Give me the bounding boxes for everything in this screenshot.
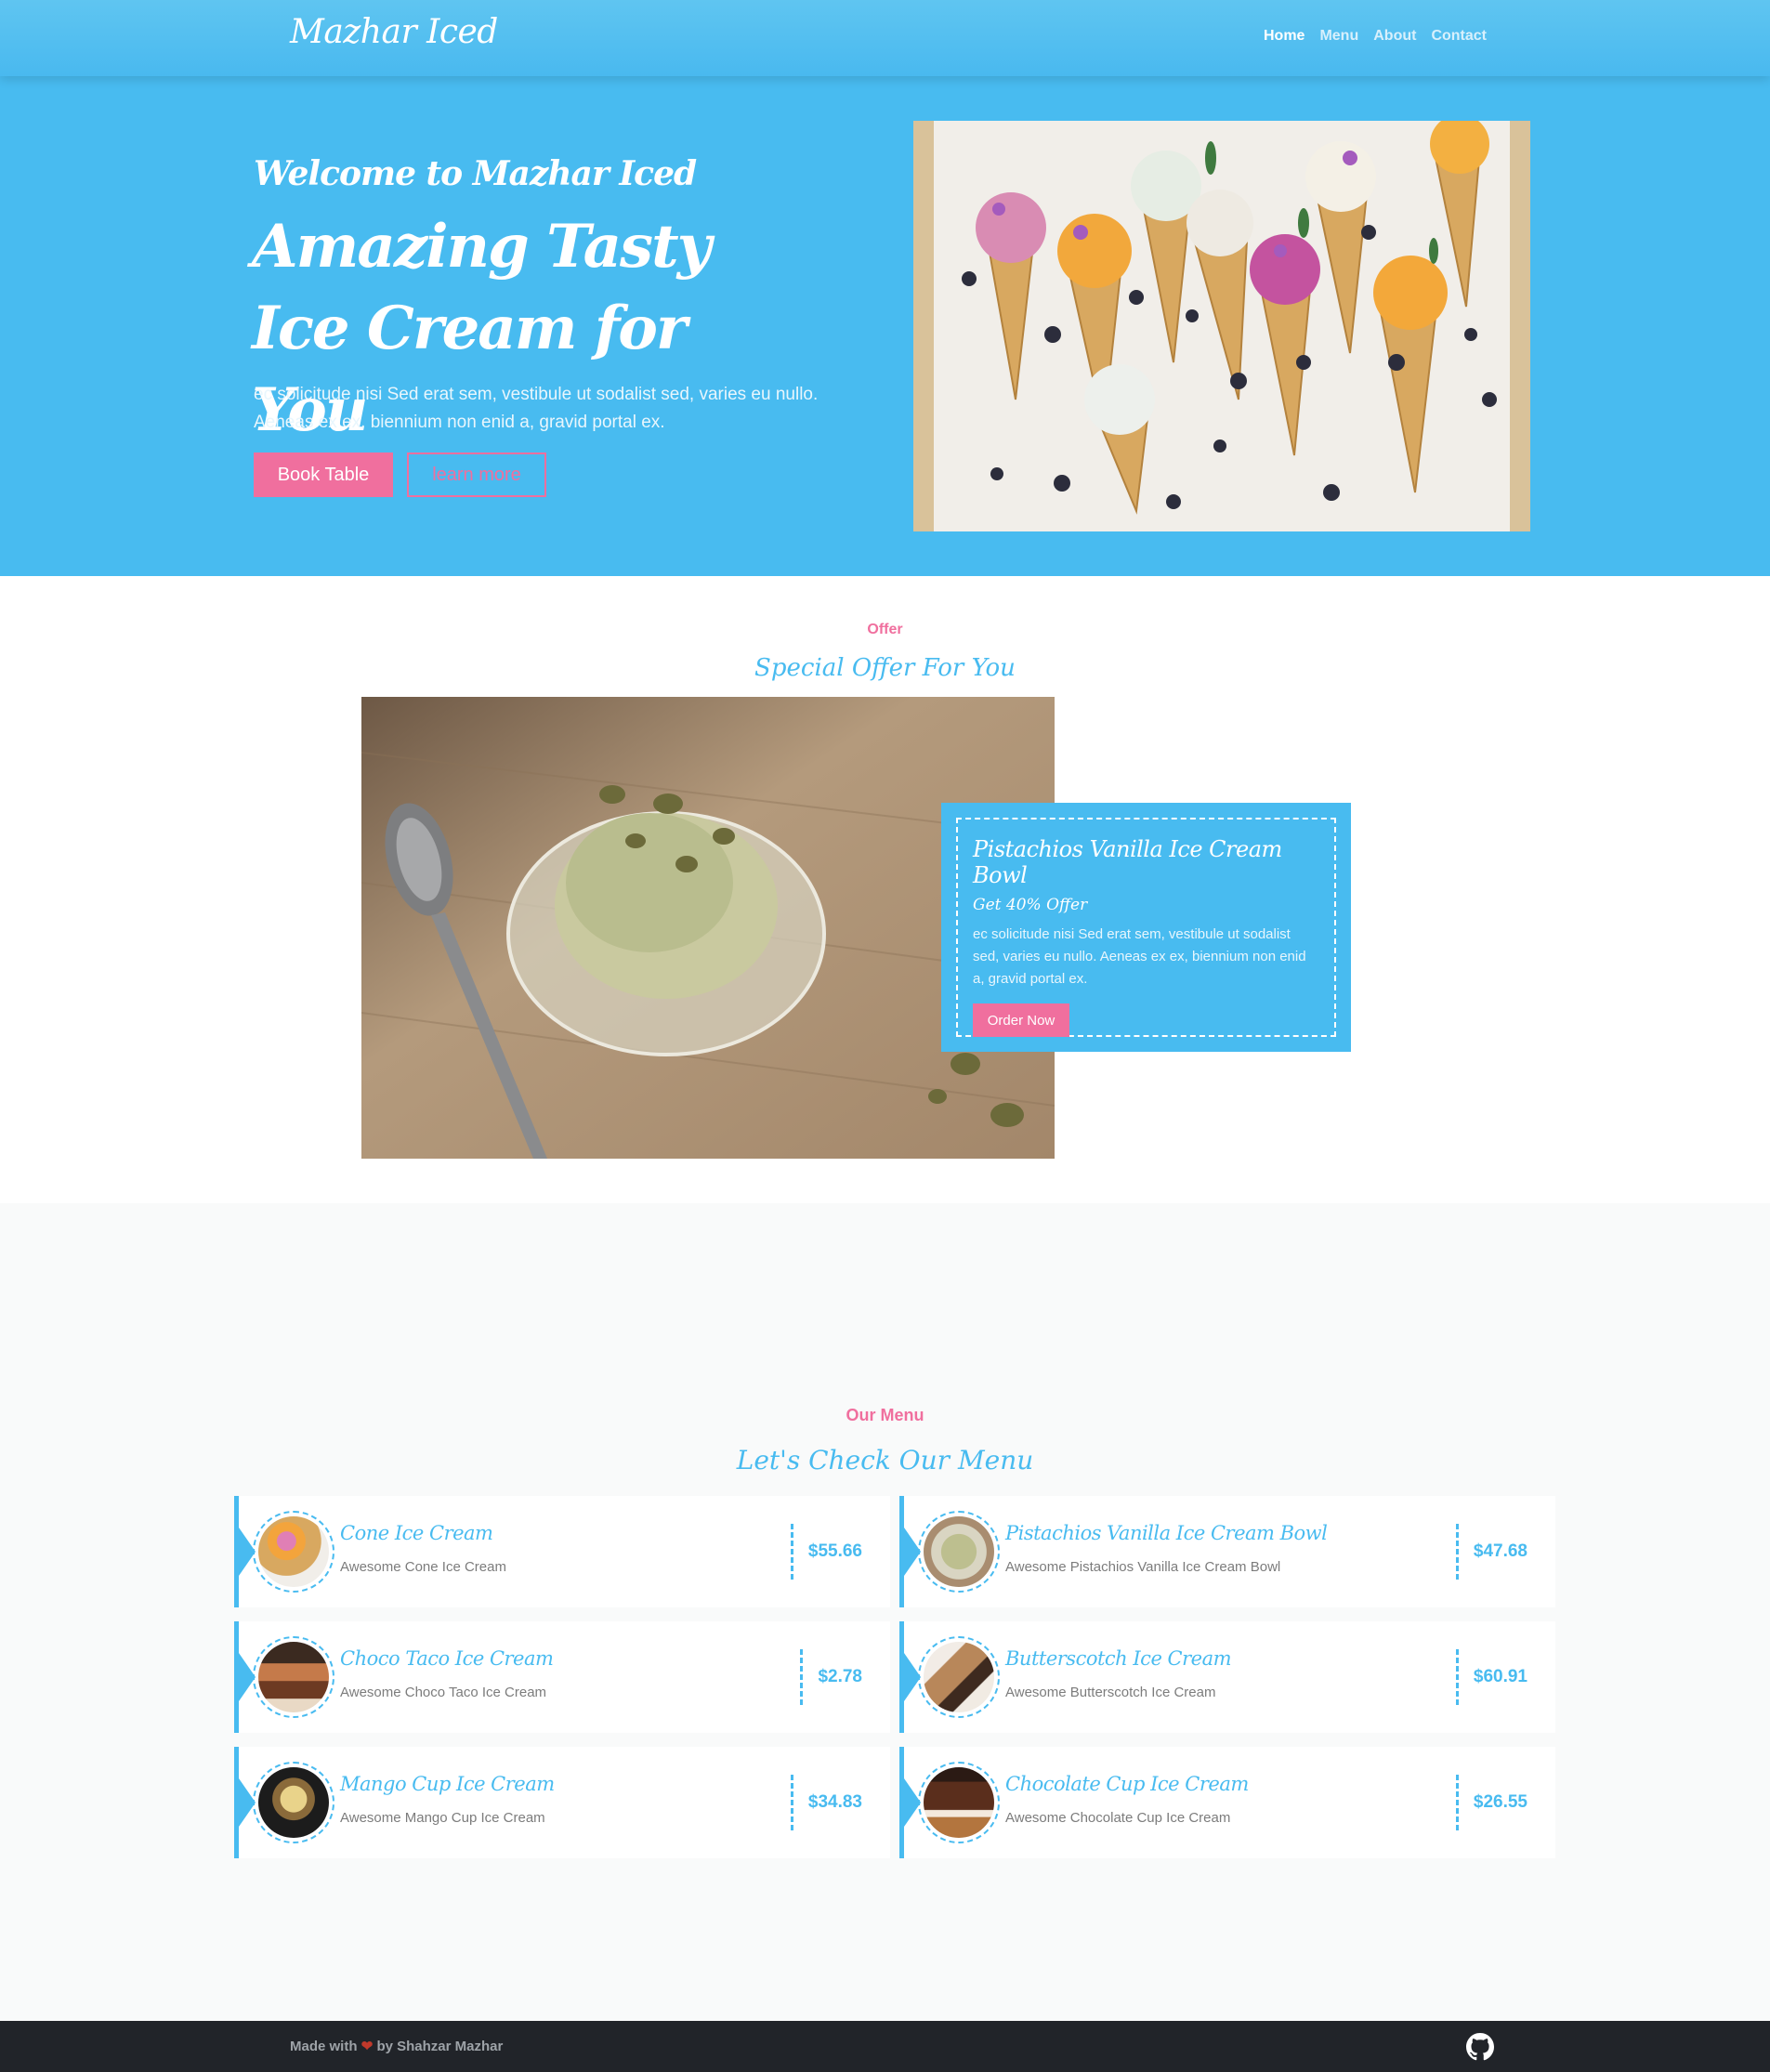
menu-item-thumbnail — [253, 1511, 334, 1593]
menu-item-desc: Awesome Pistachios Vanilla Ice Cream Bow… — [1005, 1559, 1281, 1575]
nav-menu: Home Menu About Contact — [1264, 28, 1487, 45]
navbar: Mazhar Iced Home Menu About Contact — [0, 0, 1770, 76]
nav-about[interactable]: About — [1373, 28, 1416, 45]
menu-item-desc: Awesome Butterscotch Ice Cream — [1005, 1685, 1216, 1700]
hero-image — [913, 121, 1530, 531]
menu-item[interactable]: Mango Cup Ice Cream Awesome Mango Cup Ic… — [234, 1747, 890, 1858]
menu-title: Let's Check Our Menu — [736, 1445, 1034, 1475]
footer-credit: Made with ❤ by Shahzar Mazhar — [290, 2038, 503, 2054]
menu-item-thumbnail — [918, 1636, 1000, 1718]
nav-menu-link[interactable]: Menu — [1319, 28, 1358, 45]
footer-made-with: Made with — [290, 2039, 358, 2054]
menu-item-thumbnail — [253, 1762, 334, 1843]
menu-item-thumbnail — [918, 1511, 1000, 1593]
menu-item-name: Choco Taco Ice Cream — [340, 1647, 554, 1670]
menu-item-price: $47.68 — [1455, 1524, 1527, 1580]
heart-icon: ❤ — [361, 2039, 374, 2054]
menu-item-price: $55.66 — [790, 1524, 862, 1580]
menu-item[interactable]: Butterscotch Ice Cream Awesome Buttersco… — [899, 1621, 1555, 1733]
offer-title: Special Offer For You — [754, 654, 1016, 682]
menu-item[interactable]: Chocolate Cup Ice Cream Awesome Chocolat… — [899, 1747, 1555, 1858]
menu-item-name: Mango Cup Ice Cream — [340, 1773, 555, 1795]
nav-contact[interactable]: Contact — [1431, 28, 1487, 45]
offer-card-subtitle: Get 40% Offer — [973, 896, 1088, 914]
menu-item-name: Cone Ice Cream — [340, 1522, 493, 1544]
menu-item-desc: Awesome Cone Ice Cream — [340, 1559, 506, 1575]
hero-subtitle: Welcome to Mazhar Iced — [254, 154, 697, 193]
menu-item-desc: Awesome Mango Cup Ice Cream — [340, 1810, 545, 1826]
offer-tag: Offer — [867, 622, 903, 637]
footer: Made with ❤ by Shahzar Mazhar — [0, 2021, 1770, 2072]
offer-card-border: Pistachios Vanilla Ice Cream Bowl Get 40… — [956, 818, 1336, 1037]
menu-item-name: Pistachios Vanilla Ice Cream Bowl — [1005, 1522, 1328, 1544]
menu-item[interactable]: Pistachios Vanilla Ice Cream Bowl Awesom… — [899, 1496, 1555, 1607]
menu-item[interactable]: Choco Taco Ice Cream Awesome Choco Taco … — [234, 1621, 890, 1733]
menu-item-thumbnail — [253, 1636, 334, 1718]
menu-item[interactable]: Cone Ice Cream Awesome Cone Ice Cream $5… — [234, 1496, 890, 1607]
offer-card-title: Pistachios Vanilla Ice Cream Bowl — [973, 836, 1282, 888]
brand-logo[interactable]: Mazhar Iced — [290, 13, 498, 51]
book-table-button[interactable]: Book Table — [254, 452, 393, 497]
offer-card: Pistachios Vanilla Ice Cream Bowl Get 40… — [941, 803, 1351, 1052]
hero-section: Welcome to Mazhar Iced Amazing Tasty Ice… — [0, 76, 1770, 576]
footer-author[interactable]: by Shahzar Mazhar — [376, 2039, 503, 2054]
learn-more-button[interactable]: learn more — [407, 452, 546, 497]
menu-item-desc: Awesome Chocolate Cup Ice Cream — [1005, 1810, 1231, 1826]
hero-text: ec solicitude nisi Sed erat sem, vestibu… — [254, 385, 819, 432]
offer-card-text: ec solicitude nisi Sed erat sem, vestibu… — [973, 926, 1306, 987]
menu-item-name: Chocolate Cup Ice Cream — [1005, 1773, 1249, 1795]
menu-tag: Our Menu — [846, 1406, 924, 1424]
github-icon[interactable] — [1466, 2033, 1494, 2061]
menu-item-desc: Awesome Choco Taco Ice Cream — [340, 1685, 547, 1700]
menu-item-price: $26.55 — [1455, 1775, 1527, 1830]
menu-section — [0, 1203, 1770, 2021]
menu-item-name: Butterscotch Ice Cream — [1005, 1647, 1232, 1670]
menu-item-price: $34.83 — [790, 1775, 862, 1830]
order-now-button[interactable]: Order Now — [973, 1003, 1069, 1037]
menu-item-thumbnail — [918, 1762, 1000, 1843]
menu-item-price: $2.78 — [800, 1649, 862, 1705]
menu-item-price: $60.91 — [1455, 1649, 1527, 1705]
nav-home[interactable]: Home — [1264, 28, 1305, 45]
